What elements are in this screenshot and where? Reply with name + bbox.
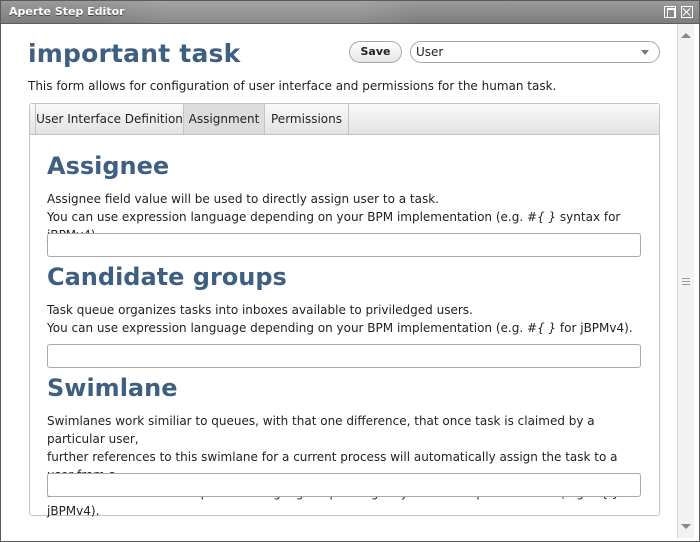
assignee-expression-example: #{ } (526, 210, 557, 224)
candidate-groups-line2-suffix: for jBPMv4). (556, 321, 633, 335)
window-title: Aperte Step Editor (9, 5, 125, 18)
assignee-heading: Assignee (47, 152, 170, 180)
candidate-groups-description: Task queue organizes tasks into inboxes … (47, 301, 647, 337)
tab-panel: User Interface Definition Assignment Per… (29, 103, 660, 518)
page-title: important task (28, 39, 241, 68)
step-type-select-value: User (416, 45, 444, 59)
swimlane-description-line1: Swimlanes work similiar to queues, with … (47, 414, 595, 446)
chevron-down-icon (641, 50, 649, 55)
swimlane-description: Swimlanes work similiar to queues, with … (47, 412, 647, 520)
close-icon[interactable] (681, 6, 693, 18)
swimlane-heading: Swimlane (47, 374, 178, 402)
swimlane-input[interactable] (47, 473, 641, 497)
step-type-select[interactable]: User (410, 41, 660, 63)
tab-user-interface-definition[interactable]: User Interface Definition (35, 104, 184, 134)
scroll-up-icon[interactable] (681, 33, 691, 38)
candidate-groups-description-line2: You can use expression language dependin… (47, 319, 647, 337)
assignee-line2-text: You can use expression language dependin… (47, 210, 527, 224)
scroll-grip-icon[interactable] (682, 278, 690, 285)
candidate-groups-heading: Candidate groups (47, 263, 287, 291)
title-bar-shade (101, 1, 421, 23)
candidate-groups-line2-text: You can use expression language dependin… (47, 321, 527, 335)
assignee-description-line1: Assignee field value will be used to dir… (47, 192, 440, 206)
intro-text: This form allows for configuration of us… (28, 79, 557, 93)
candidate-groups-input[interactable] (47, 344, 641, 368)
editor-window: Aperte Step Editor important task Save U… (0, 0, 700, 542)
save-button[interactable]: Save (349, 41, 402, 63)
maximize-icon[interactable] (664, 6, 676, 18)
title-bar[interactable]: Aperte Step Editor (1, 1, 699, 24)
editor-content: important task Save User This form allow… (10, 24, 676, 538)
tab-assignment[interactable]: Assignment (184, 104, 265, 134)
scroll-down-icon[interactable] (681, 524, 691, 529)
tab-permissions[interactable]: Permissions (265, 104, 349, 134)
assignee-input[interactable] (47, 233, 641, 257)
tab-bar: User Interface Definition Assignment Per… (30, 104, 659, 135)
candidate-groups-description-line1: Task queue organizes tasks into inboxes … (47, 303, 473, 317)
candidate-groups-expression-example: #{ } (526, 321, 557, 335)
vertical-scrollbar[interactable] (677, 24, 694, 538)
